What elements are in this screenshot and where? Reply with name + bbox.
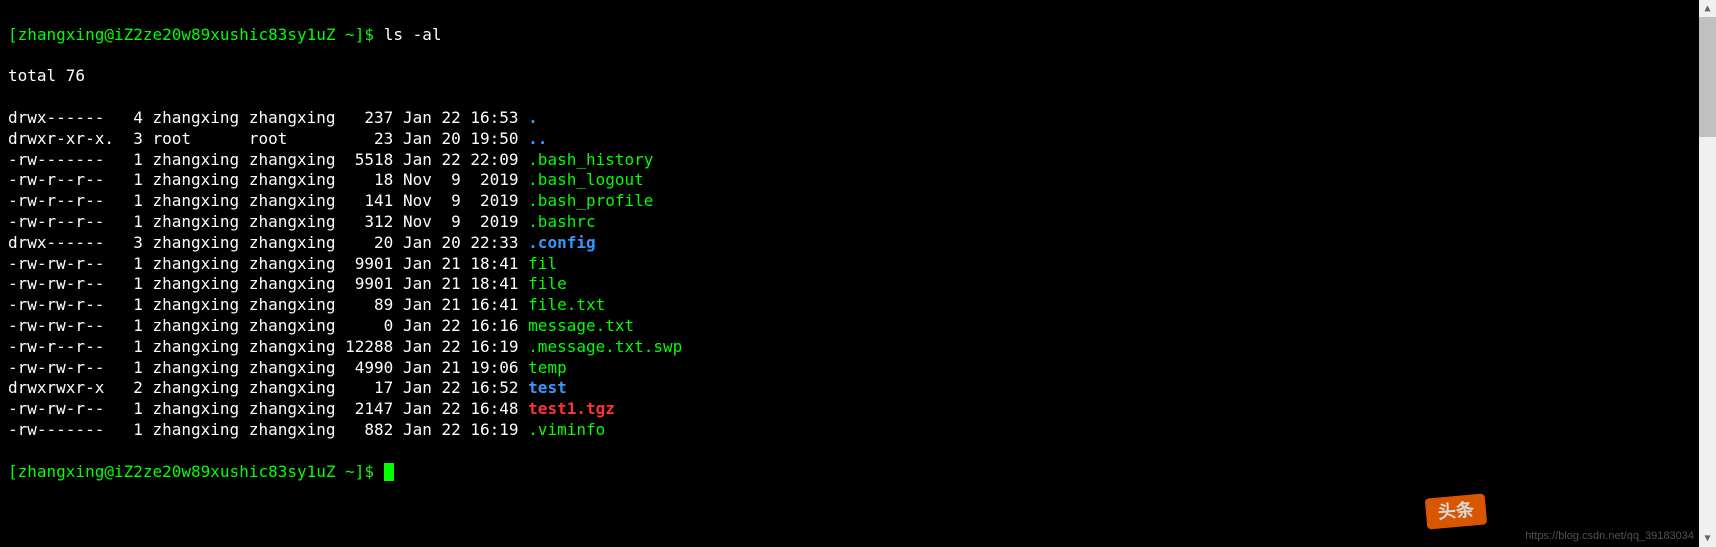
shell-prompt: [zhangxing@iZ2ze20w89xushic83sy1uZ ~]$ — [8, 462, 384, 481]
vertical-scrollbar[interactable]: ▲ ▼ — [1699, 0, 1716, 547]
shell-prompt: [zhangxing@iZ2ze20w89xushic83sy1uZ ~]$ — [8, 25, 384, 44]
file-meta: -rw-rw-r-- 1 zhangxing zhangxing 0 Jan 2… — [8, 316, 528, 335]
file-listing: drwx------ 4 zhangxing zhangxing 237 Jan… — [8, 108, 1708, 441]
scroll-up-button[interactable]: ▲ — [1699, 0, 1716, 17]
file-meta: -rw-rw-r-- 1 zhangxing zhangxing 4990 Ja… — [8, 358, 528, 377]
prompt-line: [zhangxing@iZ2ze20w89xushic83sy1uZ ~]$ l… — [8, 25, 1708, 46]
file-meta: drwx------ 3 zhangxing zhangxing 20 Jan … — [8, 233, 528, 252]
command-text: ls -al — [384, 25, 442, 44]
file-name: .viminfo — [528, 420, 605, 439]
file-meta: drwx------ 4 zhangxing zhangxing 237 Jan… — [8, 108, 528, 127]
file-meta: drwxrwxr-x 2 zhangxing zhangxing 17 Jan … — [8, 378, 528, 397]
list-row: drwxr-xr-x. 3 root root 23 Jan 20 19:50 … — [8, 129, 1708, 150]
file-name: test — [528, 378, 567, 397]
file-meta: -rw-r--r-- 1 zhangxing zhangxing 312 Nov… — [8, 212, 528, 231]
file-name: fil — [528, 254, 557, 273]
list-row: -rw-r--r-- 1 zhangxing zhangxing 12288 J… — [8, 337, 1708, 358]
file-name: .bash_logout — [528, 170, 644, 189]
file-name: .. — [528, 129, 547, 148]
file-meta: drwxr-xr-x. 3 root root 23 Jan 20 19:50 — [8, 129, 528, 148]
file-meta: -rw-rw-r-- 1 zhangxing zhangxing 9901 Ja… — [8, 254, 528, 273]
toutiao-badge: 头条 — [1425, 493, 1488, 530]
file-name: .config — [528, 233, 595, 252]
file-meta: -rw-r--r-- 1 zhangxing zhangxing 18 Nov … — [8, 170, 528, 189]
list-row: -rw-rw-r-- 1 zhangxing zhangxing 9901 Ja… — [8, 274, 1708, 295]
file-meta: -rw-rw-r-- 1 zhangxing zhangxing 89 Jan … — [8, 295, 528, 314]
list-row: -rw-rw-r-- 1 zhangxing zhangxing 4990 Ja… — [8, 358, 1708, 379]
list-row: -rw------- 1 zhangxing zhangxing 882 Jan… — [8, 420, 1708, 441]
file-meta: -rw------- 1 zhangxing zhangxing 882 Jan… — [8, 420, 528, 439]
file-name: .bash_history — [528, 150, 653, 169]
list-row: drwxrwxr-x 2 zhangxing zhangxing 17 Jan … — [8, 378, 1708, 399]
list-row: -rw-rw-r-- 1 zhangxing zhangxing 2147 Ja… — [8, 399, 1708, 420]
prompt-line-2: [zhangxing@iZ2ze20w89xushic83sy1uZ ~]$ — [8, 462, 1708, 483]
list-row: -rw-r--r-- 1 zhangxing zhangxing 312 Nov… — [8, 212, 1708, 233]
cursor-block — [384, 463, 394, 481]
file-name: file.txt — [528, 295, 605, 314]
file-meta: -rw-rw-r-- 1 zhangxing zhangxing 2147 Ja… — [8, 399, 528, 418]
list-row: -rw-rw-r-- 1 zhangxing zhangxing 9901 Ja… — [8, 254, 1708, 275]
list-row: -rw-rw-r-- 1 zhangxing zhangxing 0 Jan 2… — [8, 316, 1708, 337]
list-row: -rw-r--r-- 1 zhangxing zhangxing 18 Nov … — [8, 170, 1708, 191]
terminal-output[interactable]: [zhangxing@iZ2ze20w89xushic83sy1uZ ~]$ l… — [0, 0, 1716, 507]
file-name: .message.txt.swp — [528, 337, 682, 356]
list-row: drwx------ 3 zhangxing zhangxing 20 Jan … — [8, 233, 1708, 254]
list-row: -rw------- 1 zhangxing zhangxing 5518 Ja… — [8, 150, 1708, 171]
file-name: . — [528, 108, 538, 127]
scroll-thumb[interactable] — [1699, 17, 1716, 137]
file-meta: -rw-r--r-- 1 zhangxing zhangxing 141 Nov… — [8, 191, 528, 210]
file-name: .bash_profile — [528, 191, 653, 210]
scroll-down-button[interactable]: ▼ — [1699, 530, 1716, 547]
file-name: temp — [528, 358, 567, 377]
total-line: total 76 — [8, 66, 1708, 87]
file-name: .bashrc — [528, 212, 595, 231]
file-meta: -rw-r--r-- 1 zhangxing zhangxing 12288 J… — [8, 337, 528, 356]
csdn-watermark: https://blog.csdn.net/qq_39183034 — [1525, 529, 1694, 543]
list-row: -rw-r--r-- 1 zhangxing zhangxing 141 Nov… — [8, 191, 1708, 212]
file-name: test1.tgz — [528, 399, 615, 418]
file-name: message.txt — [528, 316, 634, 335]
list-row: -rw-rw-r-- 1 zhangxing zhangxing 89 Jan … — [8, 295, 1708, 316]
file-meta: -rw------- 1 zhangxing zhangxing 5518 Ja… — [8, 150, 528, 169]
file-name: file — [528, 274, 567, 293]
file-meta: -rw-rw-r-- 1 zhangxing zhangxing 9901 Ja… — [8, 274, 528, 293]
list-row: drwx------ 4 zhangxing zhangxing 237 Jan… — [8, 108, 1708, 129]
